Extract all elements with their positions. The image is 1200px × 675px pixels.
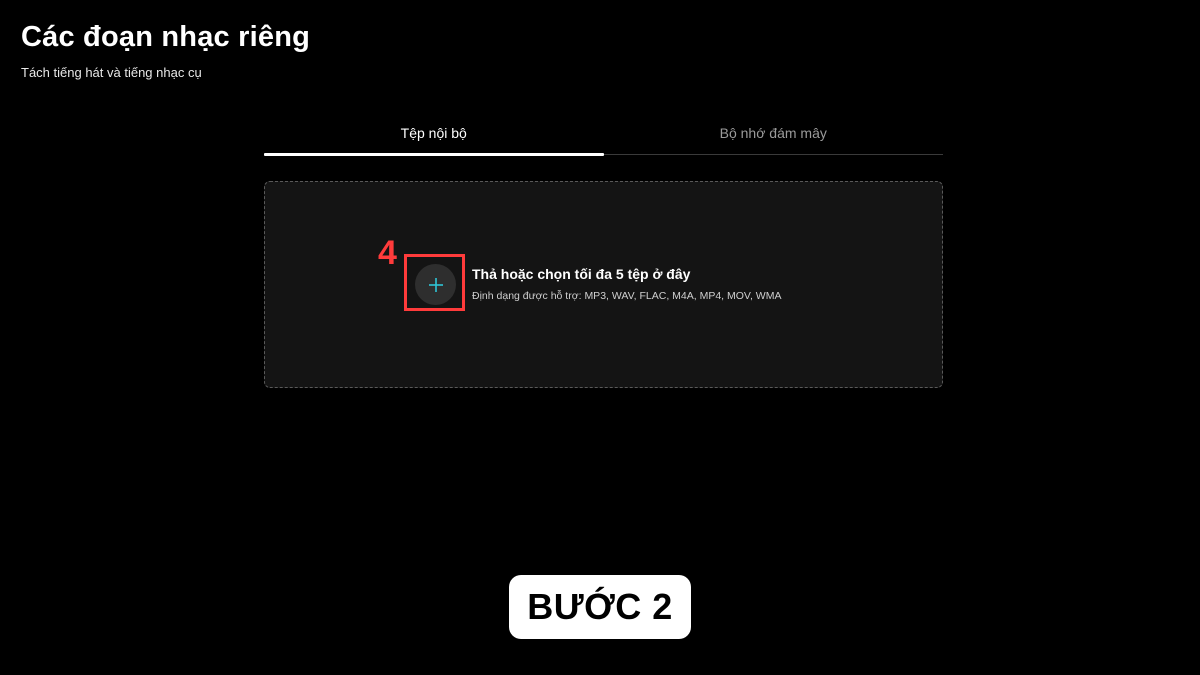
tab-cloud-storage[interactable]: Bộ nhớ đám mây xyxy=(604,112,944,154)
step-label-badge: BƯỚC 2 xyxy=(509,575,691,639)
dropzone-formats: Định dạng được hỗ trợ: MP3, WAV, FLAC, M… xyxy=(472,290,782,302)
page: Các đoạn nhạc riêng Tách tiếng hát và ti… xyxy=(0,0,1200,675)
file-dropzone[interactable] xyxy=(264,181,943,388)
page-subtitle: Tách tiếng hát và tiếng nhạc cụ xyxy=(21,65,202,80)
dropzone-title: Thả hoặc chọn tối đa 5 tệp ở đây xyxy=(472,266,691,282)
highlight-box xyxy=(404,254,465,311)
step-number: 4 xyxy=(378,234,397,272)
source-tabs: Tệp nội bộ Bộ nhớ đám mây xyxy=(264,112,944,156)
tab-local-files[interactable]: Tệp nội bộ xyxy=(264,112,604,156)
page-title: Các đoạn nhạc riêng xyxy=(21,21,311,53)
